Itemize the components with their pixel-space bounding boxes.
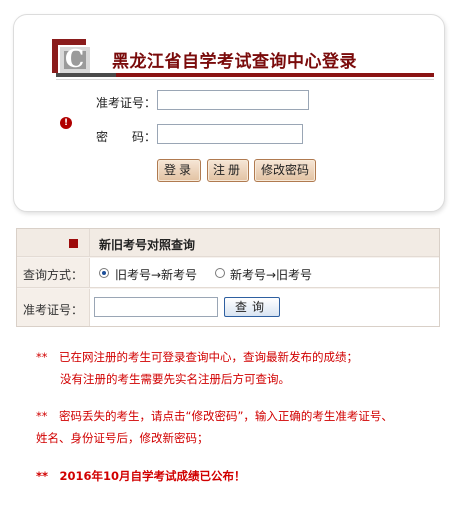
radio-old-to-new-label[interactable]: 旧考号→新考号	[115, 266, 197, 283]
old-new-number-query-table: 新旧考号对照查询 查询方式： 旧考号→新考号 新考号→旧考号 准考证号： 查询	[16, 228, 440, 327]
notice-line-5: ** 2016年10月自学考试成绩已公布！	[36, 469, 246, 483]
red-square-icon	[69, 239, 78, 248]
query-method-row: 查询方式： 旧考号→新考号 新考号→旧考号	[17, 258, 439, 288]
query-number-row: 准考证号： 查询	[17, 289, 439, 326]
register-button[interactable]: 注册	[207, 159, 249, 182]
query-number-label: 准考证号：	[23, 303, 84, 317]
password-input[interactable]	[157, 124, 303, 144]
change-password-button[interactable]: 修改密码	[254, 159, 316, 182]
title-underline-dark	[56, 73, 116, 77]
login-panel: C 黑龙江省自学考试查询中心登录 ! 准考证号： 密 码： 登录 注册 修改密码	[13, 14, 445, 212]
notice-line-2: 没有注册的考生需要先实名注册后方可查询。	[60, 372, 290, 386]
notice-line-1: ** 已在网注册的考生可登录查询中心，查询最新发布的成绩；	[36, 350, 358, 364]
title-divider	[56, 79, 434, 80]
notice-line-3: ** 密码丢失的考生，请点击“修改密码”，输入正确的考生准考证号、	[36, 409, 393, 423]
login-button[interactable]: 登录	[157, 159, 201, 182]
query-header: 新旧考号对照查询	[99, 238, 196, 252]
logo-icon: C	[52, 39, 92, 77]
radio-new-to-old-label[interactable]: 新考号→旧考号	[230, 266, 312, 283]
login-title: 黑龙江省自学考试查询中心登录	[112, 52, 357, 72]
exam-number-label: 准考证号：	[96, 96, 157, 110]
exam-number-input[interactable]	[157, 90, 309, 110]
radio-old-to-new[interactable]	[99, 268, 109, 278]
query-header-row: 新旧考号对照查询	[17, 229, 439, 257]
password-label: 密 码：	[96, 130, 157, 144]
alert-icon: !	[60, 117, 72, 129]
notice-line-4: 姓名、身份证号后，修改新密码；	[36, 431, 209, 445]
query-number-input[interactable]	[94, 297, 218, 317]
query-method-label: 查询方式：	[23, 268, 84, 282]
radio-new-to-old[interactable]	[215, 268, 225, 278]
query-button[interactable]: 查询	[224, 297, 280, 317]
